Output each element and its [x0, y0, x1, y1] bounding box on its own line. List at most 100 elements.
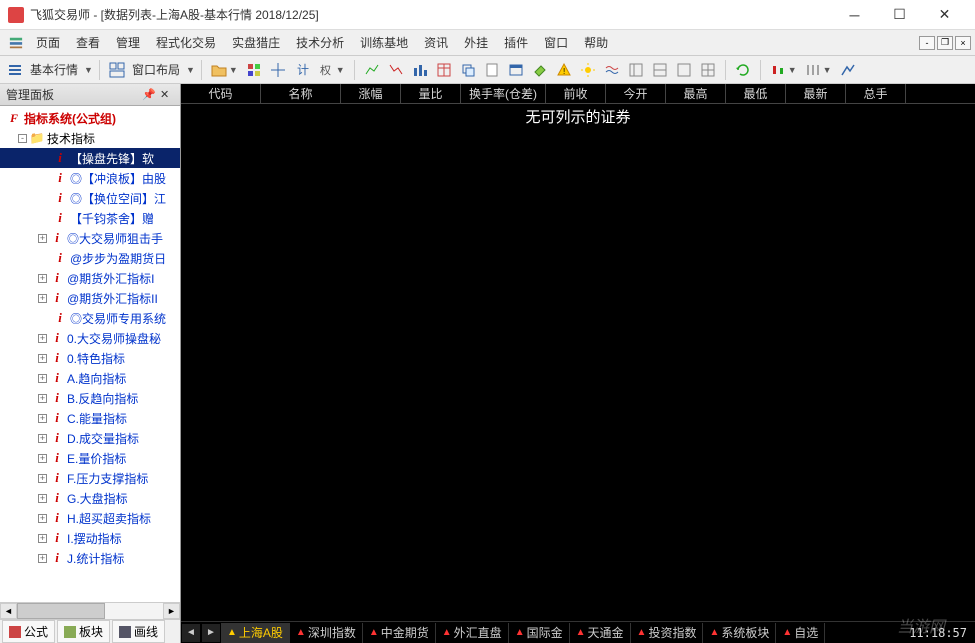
- tb-chart1-icon[interactable]: [361, 59, 383, 81]
- expand-icon[interactable]: +: [38, 434, 47, 443]
- scroll-thumb[interactable]: [17, 603, 105, 619]
- tree-item[interactable]: +iC.能量指标: [0, 408, 180, 428]
- market-tab[interactable]: ▲上海A股: [221, 623, 290, 643]
- menu-training[interactable]: 训练基地: [352, 30, 416, 55]
- menu-info[interactable]: 资讯: [416, 30, 456, 55]
- dropdown-icon[interactable]: ▼: [82, 65, 93, 75]
- expand-icon[interactable]: +: [38, 454, 47, 463]
- tree-item[interactable]: i◎交易师专用系统: [0, 308, 180, 328]
- col-change[interactable]: 涨幅: [341, 84, 401, 103]
- app-menu-icon[interactable]: [8, 35, 24, 51]
- tb-doc-icon[interactable]: [481, 59, 503, 81]
- tb-panel1-icon[interactable]: [625, 59, 647, 81]
- pin-icon[interactable]: 📌: [142, 88, 156, 102]
- tb-line-icon[interactable]: [837, 59, 859, 81]
- tb-bars2-icon[interactable]: ▼: [802, 59, 835, 81]
- tb-table-icon[interactable]: [433, 59, 455, 81]
- tabs-prev-icon[interactable]: ◄: [182, 624, 200, 642]
- col-name[interactable]: 名称: [261, 84, 341, 103]
- tree-item[interactable]: +i0.大交易师操盘秘: [0, 328, 180, 348]
- market-tab[interactable]: ▲国际金: [509, 623, 570, 643]
- expand-icon[interactable]: +: [38, 234, 47, 243]
- market-tab[interactable]: ▲天通金: [570, 623, 631, 643]
- panel-close-icon[interactable]: ✕: [160, 88, 174, 102]
- tb-panel2-icon[interactable]: [649, 59, 671, 81]
- market-tab[interactable]: ▲系统板块: [703, 623, 776, 643]
- expand-icon[interactable]: +: [38, 414, 47, 423]
- tree-item[interactable]: +iE.量价指标: [0, 448, 180, 468]
- tb-bars-icon[interactable]: [409, 59, 431, 81]
- expand-icon[interactable]: +: [38, 494, 47, 503]
- scroll-right-icon[interactable]: ►: [163, 603, 180, 619]
- col-turnover[interactable]: 换手率(仓差): [461, 84, 546, 103]
- tb-window-icon[interactable]: [505, 59, 527, 81]
- tabs-next-icon[interactable]: ►: [202, 624, 220, 642]
- mdi-minimize-button[interactable]: -: [919, 36, 935, 50]
- tree-item[interactable]: +i0.特色指标: [0, 348, 180, 368]
- expand-icon[interactable]: +: [38, 514, 47, 523]
- tb-list-icon[interactable]: [4, 59, 26, 81]
- indicator-tree[interactable]: F 指标系统(公式组) - 📁 技术指标 i【操盘先锋】软i◎【冲浪板】由股i◎…: [0, 106, 180, 602]
- tree-item[interactable]: +i@期货外汇指标II: [0, 288, 180, 308]
- menu-view[interactable]: 查看: [68, 30, 108, 55]
- mdi-close-button[interactable]: ×: [955, 36, 971, 50]
- tree-item[interactable]: +iI.摆动指标: [0, 528, 180, 548]
- tb-eraser-icon[interactable]: [529, 59, 551, 81]
- tb-warning-icon[interactable]: !: [553, 59, 575, 81]
- expand-icon[interactable]: +: [38, 274, 47, 283]
- menu-tech-analysis[interactable]: 技术分析: [288, 30, 352, 55]
- panel-h-scrollbar[interactable]: ◄ ►: [0, 602, 180, 619]
- tree-item[interactable]: i◎【换位空间】江: [0, 188, 180, 208]
- tree-item[interactable]: i【千钧茶舍】赠: [0, 208, 180, 228]
- market-tab[interactable]: ▲中金期货: [363, 623, 436, 643]
- tree-item[interactable]: +i@期货外汇指标I: [0, 268, 180, 288]
- collapse-icon[interactable]: -: [18, 134, 27, 143]
- market-tab[interactable]: ▲自选: [776, 623, 825, 643]
- maximize-button[interactable]: ☐: [877, 1, 922, 29]
- tree-tech-indicators[interactable]: - 📁 技术指标: [0, 128, 180, 148]
- expand-icon[interactable]: +: [38, 294, 47, 303]
- panel-tab-block[interactable]: 板块: [57, 620, 110, 643]
- expand-icon[interactable]: +: [38, 554, 47, 563]
- panel-tab-drawline[interactable]: 画线: [112, 620, 165, 643]
- col-high[interactable]: 最高: [666, 84, 726, 103]
- col-volratio[interactable]: 量比: [401, 84, 461, 103]
- menu-plugin[interactable]: 插件: [496, 30, 536, 55]
- tree-item[interactable]: +iJ.统计指标: [0, 548, 180, 568]
- tb-sun-icon[interactable]: [577, 59, 599, 81]
- tree-item[interactable]: +iB.反趋向指标: [0, 388, 180, 408]
- tb-basic-market-label[interactable]: 基本行情: [28, 61, 80, 78]
- tb-refresh-icon[interactable]: [732, 59, 754, 81]
- col-totalvol[interactable]: 总手: [846, 84, 906, 103]
- tree-item[interactable]: +iG.大盘指标: [0, 488, 180, 508]
- tree-item[interactable]: i@步步为盈期货日: [0, 248, 180, 268]
- tree-item[interactable]: +iA.趋向指标: [0, 368, 180, 388]
- tb-waves-icon[interactable]: [601, 59, 623, 81]
- tb-panel3-icon[interactable]: [673, 59, 695, 81]
- tb-copy-icon[interactable]: [457, 59, 479, 81]
- close-button[interactable]: ✕: [922, 1, 967, 29]
- tb-crosshair-icon[interactable]: [267, 59, 289, 81]
- tree-item[interactable]: i【操盘先锋】软: [0, 148, 180, 168]
- menu-window[interactable]: 窗口: [536, 30, 576, 55]
- expand-icon[interactable]: +: [38, 534, 47, 543]
- market-tab[interactable]: ▲外汇直盘: [436, 623, 509, 643]
- tb-folder-open-icon[interactable]: ▼: [208, 59, 241, 81]
- market-tab[interactable]: ▲深圳指数: [290, 623, 363, 643]
- expand-icon[interactable]: +: [38, 334, 47, 343]
- tb-grid-icon[interactable]: [243, 59, 265, 81]
- mdi-restore-button[interactable]: ❐: [937, 36, 953, 50]
- expand-icon[interactable]: +: [38, 474, 47, 483]
- tb-panel4-icon[interactable]: [697, 59, 719, 81]
- tb-layout-icon[interactable]: [106, 59, 128, 81]
- tree-item[interactable]: +iH.超买超卖指标: [0, 508, 180, 528]
- menu-manage[interactable]: 管理: [108, 30, 148, 55]
- col-code[interactable]: 代码: [181, 84, 261, 103]
- col-open[interactable]: 今开: [606, 84, 666, 103]
- menu-help[interactable]: 帮助: [576, 30, 616, 55]
- scroll-left-icon[interactable]: ◄: [0, 603, 17, 619]
- tree-item[interactable]: +iF.压力支撑指标: [0, 468, 180, 488]
- tree-item[interactable]: i◎【冲浪板】由股: [0, 168, 180, 188]
- col-low[interactable]: 最低: [726, 84, 786, 103]
- expand-icon[interactable]: +: [38, 394, 47, 403]
